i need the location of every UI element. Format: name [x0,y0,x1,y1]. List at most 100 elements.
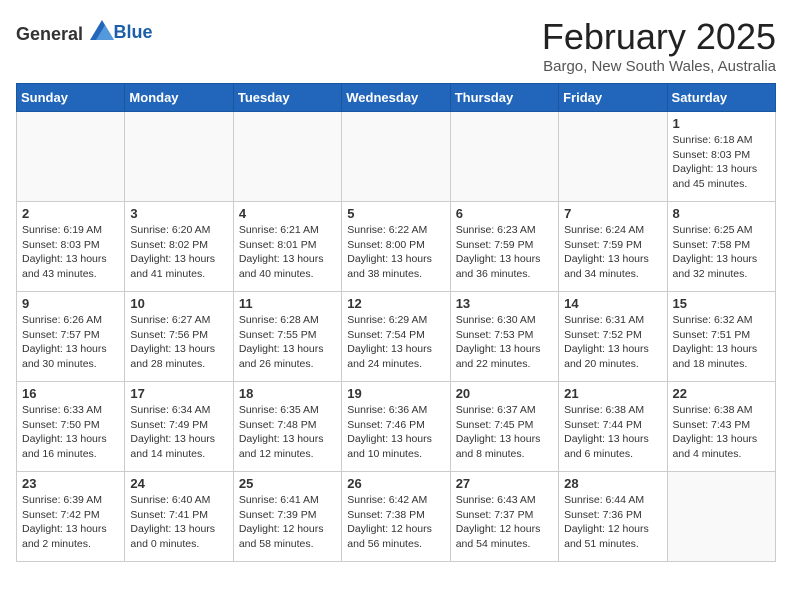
calendar-cell: 5 Sunrise: 6:22 AMSunset: 8:00 PMDaylight… [342,202,450,292]
day-number: 13 [456,296,553,311]
day-info: Sunrise: 6:38 AMSunset: 7:44 PMDaylight:… [564,403,661,462]
calendar-cell: 23 Sunrise: 6:39 AMSunset: 7:42 PMDayligh… [17,472,125,562]
calendar-cell [667,472,775,562]
logo: General Blue [16,20,153,45]
calendar-cell: 16Sunrise: 6:33 AMSunset: 7:50 PMDayligh… [17,382,125,472]
day-info: Sunrise: 6:18 AMSunset: 8:03 PMDaylight:… [673,133,770,192]
day-info: Sunrise: 6:21 AMSunset: 8:01 PMDaylight:… [239,223,336,282]
day-info: Sunrise: 6:36 AMSunset: 7:46 PMDaylight:… [347,403,444,462]
calendar-cell: 3 Sunrise: 6:20 AMSunset: 8:02 PMDaylight… [125,202,233,292]
day-info: Sunrise: 6:38 AMSunset: 7:43 PMDaylight:… [673,403,770,462]
day-number: 11 [239,296,336,311]
day-number: 27 [456,476,553,491]
day-info: Sunrise: 6:19 AMSunset: 8:03 PMDaylight:… [22,223,119,282]
day-number: 15 [673,296,770,311]
day-number: 22 [673,386,770,401]
day-number: 1 [673,116,770,131]
weekday-header-tuesday: Tuesday [233,84,341,112]
calendar-cell: 8Sunrise: 6:25 AMSunset: 7:58 PMDaylight… [667,202,775,292]
calendar-cell: 22 Sunrise: 6:38 AMSunset: 7:43 PMDayligh… [667,382,775,472]
calendar-cell: 20 Sunrise: 6:37 AMSunset: 7:45 PMDayligh… [450,382,558,472]
day-info: Sunrise: 6:28 AMSunset: 7:55 PMDaylight:… [239,313,336,372]
month-title: February 2025 [542,16,776,58]
calendar-cell [233,112,341,202]
day-info: Sunrise: 6:40 AMSunset: 7:41 PMDaylight:… [130,493,227,552]
calendar-cell: 17 Sunrise: 6:34 AMSunset: 7:49 PMDayligh… [125,382,233,472]
calendar: SundayMondayTuesdayWednesdayThursdayFrid… [16,83,776,562]
day-number: 19 [347,386,444,401]
title-area: February 2025 Bargo, New South Wales, Au… [542,16,776,75]
calendar-cell: 2 Sunrise: 6:19 AMSunset: 8:03 PMDaylight… [17,202,125,292]
weekday-header-thursday: Thursday [450,84,558,112]
day-info: Sunrise: 6:31 AMSunset: 7:52 PMDaylight:… [564,313,661,372]
week-row-3: 16Sunrise: 6:33 AMSunset: 7:50 PMDayligh… [17,382,776,472]
calendar-cell: 6 Sunrise: 6:23 AMSunset: 7:59 PMDaylight… [450,202,558,292]
calendar-cell [450,112,558,202]
calendar-cell: 15 Sunrise: 6:32 AMSunset: 7:51 PMDayligh… [667,292,775,382]
day-number: 12 [347,296,444,311]
day-number: 25 [239,476,336,491]
location-title: Bargo, New South Wales, Australia [542,58,776,75]
day-number: 10 [130,296,227,311]
logo-blue: Blue [114,22,153,42]
calendar-cell [342,112,450,202]
calendar-cell: 7 Sunrise: 6:24 AMSunset: 7:59 PMDaylight… [559,202,667,292]
day-info: Sunrise: 6:20 AMSunset: 8:02 PMDaylight:… [130,223,227,282]
day-info: Sunrise: 6:25 AMSunset: 7:58 PMDaylight:… [673,223,770,282]
day-info: Sunrise: 6:30 AMSunset: 7:53 PMDaylight:… [456,313,553,372]
day-number: 7 [564,206,661,221]
logo-icon [90,20,114,40]
day-number: 17 [130,386,227,401]
calendar-cell [559,112,667,202]
weekday-header-monday: Monday [125,84,233,112]
day-info: Sunrise: 6:22 AMSunset: 8:00 PMDaylight:… [347,223,444,282]
calendar-cell: 13 Sunrise: 6:30 AMSunset: 7:53 PMDayligh… [450,292,558,382]
calendar-cell: 9 Sunrise: 6:26 AMSunset: 7:57 PMDaylight… [17,292,125,382]
day-number: 20 [456,386,553,401]
calendar-cell: 28 Sunrise: 6:44 AMSunset: 7:36 PMDayligh… [559,472,667,562]
day-number: 4 [239,206,336,221]
day-number: 2 [22,206,119,221]
day-number: 24 [130,476,227,491]
calendar-cell: 26Sunrise: 6:42 AMSunset: 7:38 PMDayligh… [342,472,450,562]
weekday-header-saturday: Saturday [667,84,775,112]
calendar-cell: 24 Sunrise: 6:40 AMSunset: 7:41 PMDayligh… [125,472,233,562]
weekday-header-row: SundayMondayTuesdayWednesdayThursdayFrid… [17,84,776,112]
calendar-cell: 12 Sunrise: 6:29 AMSunset: 7:54 PMDayligh… [342,292,450,382]
day-info: Sunrise: 6:34 AMSunset: 7:49 PMDaylight:… [130,403,227,462]
day-number: 23 [22,476,119,491]
calendar-cell: 18Sunrise: 6:35 AMSunset: 7:48 PMDayligh… [233,382,341,472]
day-info: Sunrise: 6:23 AMSunset: 7:59 PMDaylight:… [456,223,553,282]
day-number: 6 [456,206,553,221]
day-number: 9 [22,296,119,311]
day-info: Sunrise: 6:26 AMSunset: 7:57 PMDaylight:… [22,313,119,372]
weekday-header-friday: Friday [559,84,667,112]
day-info: Sunrise: 6:42 AMSunset: 7:38 PMDaylight:… [347,493,444,552]
day-number: 3 [130,206,227,221]
day-info: Sunrise: 6:41 AMSunset: 7:39 PMDaylight:… [239,493,336,552]
day-info: Sunrise: 6:33 AMSunset: 7:50 PMDaylight:… [22,403,119,462]
calendar-cell: 1 Sunrise: 6:18 AMSunset: 8:03 PMDaylight… [667,112,775,202]
day-info: Sunrise: 6:32 AMSunset: 7:51 PMDaylight:… [673,313,770,372]
calendar-cell: 19 Sunrise: 6:36 AMSunset: 7:46 PMDayligh… [342,382,450,472]
week-row-0: 1 Sunrise: 6:18 AMSunset: 8:03 PMDaylight… [17,112,776,202]
day-info: Sunrise: 6:24 AMSunset: 7:59 PMDaylight:… [564,223,661,282]
day-number: 5 [347,206,444,221]
header: General Blue February 2025 Bargo, New So… [16,16,776,75]
calendar-cell [17,112,125,202]
week-row-1: 2 Sunrise: 6:19 AMSunset: 8:03 PMDaylight… [17,202,776,292]
day-number: 28 [564,476,661,491]
day-number: 14 [564,296,661,311]
day-number: 18 [239,386,336,401]
week-row-2: 9 Sunrise: 6:26 AMSunset: 7:57 PMDaylight… [17,292,776,382]
day-info: Sunrise: 6:39 AMSunset: 7:42 PMDaylight:… [22,493,119,552]
day-number: 21 [564,386,661,401]
calendar-cell: 14 Sunrise: 6:31 AMSunset: 7:52 PMDayligh… [559,292,667,382]
calendar-cell [125,112,233,202]
calendar-cell: 25 Sunrise: 6:41 AMSunset: 7:39 PMDayligh… [233,472,341,562]
day-info: Sunrise: 6:27 AMSunset: 7:56 PMDaylight:… [130,313,227,372]
day-info: Sunrise: 6:37 AMSunset: 7:45 PMDaylight:… [456,403,553,462]
day-info: Sunrise: 6:44 AMSunset: 7:36 PMDaylight:… [564,493,661,552]
day-info: Sunrise: 6:29 AMSunset: 7:54 PMDaylight:… [347,313,444,372]
weekday-header-wednesday: Wednesday [342,84,450,112]
